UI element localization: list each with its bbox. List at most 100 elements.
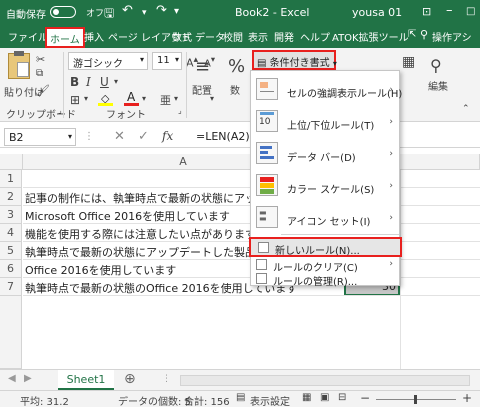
sheet-tab[interactable]: Sheet1 <box>58 370 114 390</box>
menu-item-color-scales[interactable]: カラー スケール(S) › <box>251 171 399 201</box>
maximize-icon[interactable]: □ <box>466 6 475 17</box>
borders-icon[interactable]: ⊞ <box>70 93 80 107</box>
row-header[interactable]: 2 <box>0 188 22 206</box>
chevron-down-icon: ▾ <box>67 132 72 141</box>
font-name-value: 游ゴシック <box>73 59 123 70</box>
select-all-corner[interactable] <box>0 154 23 170</box>
alignment-icon[interactable]: ≡ <box>195 56 210 77</box>
tab-review[interactable]: 校閲 <box>223 29 243 44</box>
page-layout-view-icon[interactable]: ▣ <box>320 392 329 403</box>
status-sum: 合計: 156 <box>184 397 230 408</box>
menu-item-label: アイコン セット(I) <box>287 217 371 228</box>
fill-color-icon[interactable]: ◇ <box>98 92 114 106</box>
menu-item-new-rule[interactable]: 新しいルール(N)... <box>249 237 402 257</box>
tab-developer[interactable]: 開発 <box>274 29 294 44</box>
clear-rules-icon <box>256 259 267 270</box>
minimize-icon[interactable]: – <box>446 3 453 18</box>
cancel-icon[interactable]: ✕ <box>114 129 125 144</box>
row-header[interactable]: 3 <box>0 206 22 224</box>
save-icon[interactable]: 🖫 <box>104 4 114 25</box>
row-header[interactable]: 5 <box>0 242 22 260</box>
status-count: データの個数: 5 <box>118 397 191 408</box>
tab-help[interactable]: ヘルプ <box>300 29 330 44</box>
page-break-view-icon[interactable]: ⊟ <box>338 392 346 403</box>
row-header[interactable]: 4 <box>0 224 22 242</box>
number-format-icon[interactable]: % <box>228 56 245 77</box>
ribbon-display-icon[interactable]: ⊡ <box>422 5 431 18</box>
formula-input[interactable]: =LEN(A2) <box>196 130 250 143</box>
undo-icon[interactable]: ↶ <box>122 3 133 18</box>
name-box[interactable]: B2 ▾ <box>4 128 76 146</box>
scroll-right-icon[interactable]: ▶ <box>24 373 32 384</box>
more-icon: ⋮ <box>84 131 94 142</box>
scroll-left-icon[interactable]: ◀ <box>8 373 16 384</box>
borders-dropdown-icon[interactable]: ▾ <box>84 94 88 103</box>
find-icon[interactable]: ⚲ <box>430 56 442 75</box>
document-title: Book2 - Excel <box>235 6 310 19</box>
phonetic-dropdown-icon[interactable]: ▾ <box>174 94 178 103</box>
phonetic-icon[interactable]: 亜 <box>160 92 171 108</box>
zoom-in-icon[interactable]: + <box>462 391 472 405</box>
menu-item-data-bars[interactable]: データ バー(D) › <box>251 139 399 169</box>
tab-home[interactable]: ホーム <box>45 27 85 48</box>
conditional-formatting-icon: ▤ <box>257 58 267 69</box>
enter-icon[interactable]: ✓ <box>138 129 149 144</box>
font-size-select[interactable]: 11 ▾ <box>152 52 182 70</box>
menu-item-manage-rules[interactable]: ルールの管理(R)... <box>251 272 399 288</box>
collapse-ribbon-icon[interactable]: ⌃ <box>462 104 470 114</box>
insert-function-icon[interactable]: fx <box>162 129 173 143</box>
menu-item-label: カラー スケール(S) <box>287 185 375 196</box>
row-header[interactable]: 6 <box>0 260 22 278</box>
copy-icon[interactable]: ⧉ <box>36 68 43 79</box>
undo-dropdown-icon[interactable]: ▾ <box>142 8 147 18</box>
tab-data[interactable]: データ <box>195 29 225 44</box>
tab-file[interactable]: ファイル <box>8 29 48 44</box>
clipboard-launcher-icon[interactable]: ⌟ <box>58 106 62 115</box>
user-name[interactable]: yousa 01 <box>352 6 402 19</box>
column-header-c[interactable] <box>400 154 480 170</box>
paste-icon[interactable] <box>8 51 30 79</box>
edit-button[interactable]: 編集 <box>428 78 448 93</box>
conditional-formatting-button[interactable]: ▤ 条件付き書式 ▾ <box>252 50 337 70</box>
format-painter-icon[interactable]: 🖌 <box>36 84 50 97</box>
clipboard-group-label: クリップボード <box>6 110 76 121</box>
tab-insert[interactable]: 挿入 <box>84 29 104 44</box>
bold-icon[interactable]: B <box>70 75 79 89</box>
tab-tell-me[interactable]: 操作アシ <box>432 29 472 44</box>
menu-item-icon-sets[interactable]: ▬ ▬ アイコン セット(I) › <box>251 203 399 233</box>
highlight-cells-icon <box>256 78 278 100</box>
alignment-dropdown-icon[interactable]: ▾ <box>210 94 214 103</box>
tab-view[interactable]: 表示 <box>248 29 268 44</box>
horizontal-scrollbar[interactable] <box>180 375 470 386</box>
redo-icon[interactable]: ↷ <box>156 3 167 18</box>
font-color-dropdown-icon[interactable]: ▾ <box>142 94 146 103</box>
display-settings-button[interactable]: 表示設定 <box>250 393 290 408</box>
underline-dropdown-icon[interactable]: ▾ <box>114 77 118 86</box>
qat-customize-icon[interactable]: ▾ <box>174 6 179 17</box>
italic-icon[interactable]: I <box>86 75 91 89</box>
tab-atok[interactable]: ATOK拡張ツール <box>332 29 409 44</box>
status-average: 平均: 31.2 <box>20 397 69 408</box>
row-header[interactable]: 1 <box>0 170 22 188</box>
add-sheet-icon[interactable]: ⊕ <box>124 371 136 387</box>
cells-icon[interactable]: ▦ <box>402 54 415 70</box>
underline-icon[interactable]: U <box>100 75 109 89</box>
font-launcher-icon[interactable]: ⌟ <box>178 106 182 115</box>
search-icon[interactable]: ⚲ <box>420 28 428 41</box>
menu-item-clear-rules[interactable]: ルールのクリア(C) › <box>251 258 399 274</box>
menu-item-label: 上位/下位ルール(T) <box>287 121 375 132</box>
font-name-select[interactable]: 游ゴシック ▾ <box>68 52 148 70</box>
alignment-button[interactable]: 配置 <box>192 82 212 97</box>
row-header[interactable]: 7 <box>0 278 22 296</box>
font-color-icon[interactable]: A <box>124 90 140 106</box>
zoom-out-icon[interactable]: − <box>360 391 370 405</box>
tab-formulas[interactable]: 数式 <box>172 29 192 44</box>
menu-item-highlight-rules[interactable]: セルの強調表示ルール(H) › <box>251 75 402 105</box>
menu-item-top-bottom-rules[interactable]: 10 上位/下位ルール(T) › <box>251 107 399 137</box>
normal-view-icon[interactable]: ▦ <box>302 392 311 403</box>
autosave-toggle[interactable] <box>50 6 76 18</box>
zoom-slider-thumb[interactable] <box>414 395 417 404</box>
share-icon[interactable]: ⇱ <box>408 29 416 40</box>
number-button[interactable]: 数 <box>230 82 240 97</box>
cut-icon[interactable]: ✂ <box>36 53 45 66</box>
